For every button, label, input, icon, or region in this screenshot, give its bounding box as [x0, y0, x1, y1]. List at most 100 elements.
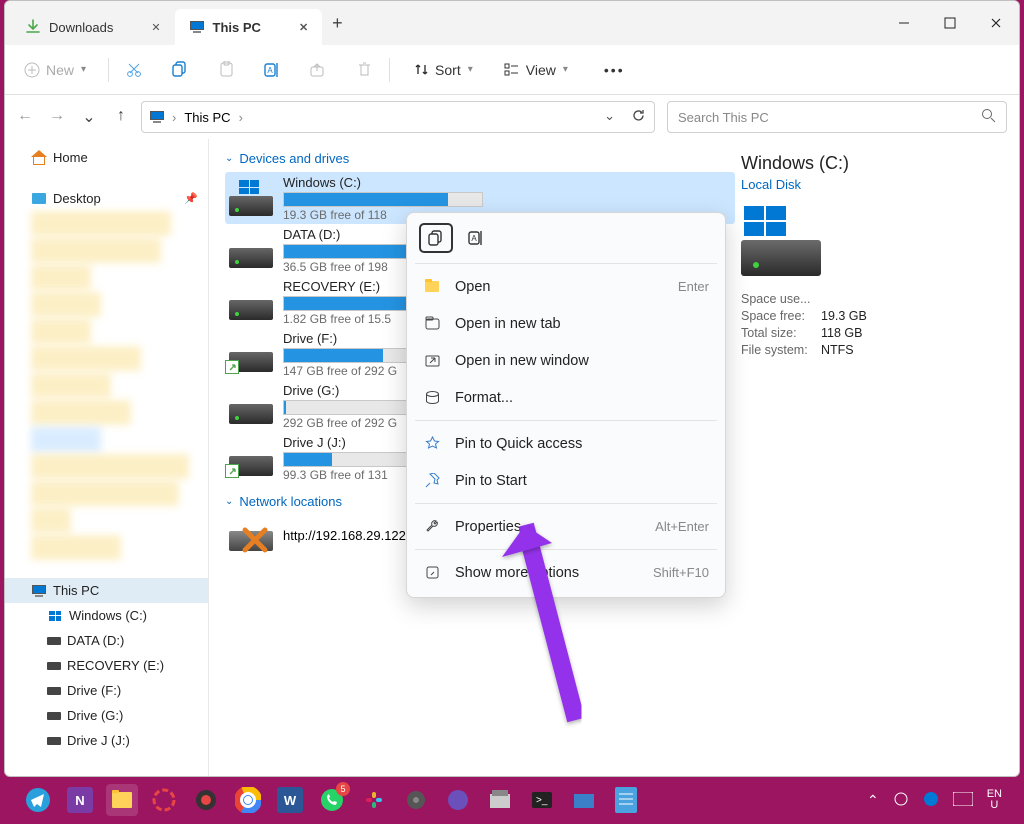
sidebar: Home Desktop📌 This PC Windows: [5, 139, 209, 776]
back-button[interactable]: ←: [17, 107, 33, 127]
context-quick-actions: A: [413, 219, 719, 259]
tab-label: This PC: [213, 20, 261, 35]
pin-icon: [423, 473, 441, 488]
taskbar-terminal[interactable]: >_: [526, 784, 558, 816]
drive-icon: [47, 662, 61, 670]
tray-icon[interactable]: [923, 791, 939, 810]
ctx-show-more[interactable]: Show more optionsShift+F10: [413, 554, 719, 591]
ctx-open[interactable]: OpenEnter: [413, 268, 719, 305]
ctx-format[interactable]: Format...: [413, 379, 719, 416]
tab-close[interactable]: ✕: [151, 21, 160, 34]
copy-icon[interactable]: [171, 61, 189, 79]
new-tab-button[interactable]: +: [322, 13, 353, 34]
pc-icon: [189, 19, 205, 35]
tab-thispc[interactable]: This PC ✕: [175, 9, 323, 45]
taskbar-onenote[interactable]: N: [64, 784, 96, 816]
ctx-pin-start[interactable]: Pin to Start: [413, 462, 719, 499]
taskbar-word[interactable]: W: [274, 784, 306, 816]
open-window-icon: [423, 353, 441, 368]
rename-action[interactable]: A: [459, 223, 493, 253]
tray-chevron[interactable]: ⌃: [867, 792, 879, 809]
drive-icon: [47, 637, 61, 645]
fs-value: NTFS: [821, 343, 854, 357]
recent-dropdown[interactable]: ⌄: [604, 108, 615, 126]
tab-downloads[interactable]: Downloads ✕: [11, 9, 175, 45]
total-size-label: Total size:: [741, 326, 813, 340]
chevron-down-icon: ▾: [81, 64, 86, 75]
copy-action[interactable]: [419, 223, 453, 253]
tray-keyboard-icon[interactable]: [953, 792, 973, 809]
search-input[interactable]: Search This PC: [667, 101, 1007, 133]
titlebar: Downloads ✕ This PC ✕ +: [5, 1, 1019, 45]
drive-icon: [229, 440, 273, 476]
ctx-open-tab[interactable]: Open in new tab: [413, 305, 719, 342]
sidebar-drive-j[interactable]: Drive J (J:): [5, 728, 208, 753]
paste-icon[interactable]: [217, 61, 235, 79]
drive-icon: [47, 609, 63, 623]
taskbar-telegram[interactable]: [22, 784, 54, 816]
sidebar-drive-d[interactable]: DATA (D:): [5, 628, 208, 653]
toolbar: New ▾ A Sort ▾ View ▾ •••: [5, 45, 1019, 95]
svg-text:N: N: [75, 793, 84, 808]
section-devices[interactable]: ⌄Devices and drives: [225, 151, 735, 166]
new-button[interactable]: New ▾: [17, 57, 92, 83]
home-icon: [31, 151, 47, 165]
ctx-pin-quick-access[interactable]: Pin to Quick access: [413, 425, 719, 462]
sidebar-drive-g[interactable]: Drive (G:): [5, 703, 208, 728]
drive-icon: [229, 232, 273, 268]
taskbar-app[interactable]: [442, 784, 474, 816]
up-button[interactable]: ↑: [113, 107, 129, 127]
history-button[interactable]: ⌄: [81, 107, 97, 127]
chevron-down-icon: ⌄: [225, 153, 233, 164]
delete-icon[interactable]: [355, 61, 373, 79]
space-used-label: Space use...: [741, 292, 813, 306]
search-icon: [981, 108, 996, 126]
maximize-button[interactable]: [927, 3, 973, 43]
pc-icon: [150, 111, 164, 123]
taskbar-notepad[interactable]: [610, 784, 642, 816]
more-button[interactable]: •••: [598, 58, 631, 82]
sidebar-home[interactable]: Home: [5, 145, 208, 170]
address-bar[interactable]: › This PC › ⌄: [141, 101, 655, 133]
taskbar-app[interactable]: [190, 784, 222, 816]
view-label: View: [526, 62, 556, 78]
view-button[interactable]: View ▾: [497, 57, 574, 83]
space-free-label: Space free:: [741, 309, 813, 323]
ctx-open-window[interactable]: Open in new window: [413, 342, 719, 379]
taskbar-whatsapp[interactable]: 5: [316, 784, 348, 816]
details-pane: Windows (C:) Local Disk Space use... Spa…: [735, 151, 993, 764]
taskbar-slack[interactable]: [358, 784, 390, 816]
cut-icon[interactable]: [125, 61, 143, 79]
sort-button[interactable]: Sort ▾: [406, 57, 479, 83]
tab-close[interactable]: ✕: [299, 21, 308, 34]
rename-icon[interactable]: A: [263, 61, 281, 79]
drive-usage-bar: [283, 192, 483, 207]
details-subtitle[interactable]: Local Disk: [741, 177, 987, 192]
refresh-button[interactable]: [631, 108, 646, 126]
sidebar-drive-c[interactable]: Windows (C:): [5, 603, 208, 628]
share-icon[interactable]: [309, 61, 327, 79]
taskbar-explorer[interactable]: [106, 784, 138, 816]
taskbar-app[interactable]: [484, 784, 516, 816]
sidebar-drive-f[interactable]: Drive (F:): [5, 678, 208, 703]
tray-icon[interactable]: [893, 791, 909, 810]
sidebar-thispc[interactable]: This PC: [5, 578, 208, 603]
sidebar-drive-e[interactable]: RECOVERY (E:): [5, 653, 208, 678]
chevron-down-icon: ⌄: [225, 496, 233, 507]
pc-icon: [31, 584, 47, 598]
minimize-button[interactable]: [881, 3, 927, 43]
breadcrumb-thispc[interactable]: This PC: [184, 110, 230, 125]
taskbar-settings[interactable]: [400, 784, 432, 816]
tray-language[interactable]: EN U: [987, 789, 1002, 811]
search-placeholder: Search This PC: [678, 110, 769, 125]
close-button[interactable]: [973, 3, 1019, 43]
taskbar-app[interactable]: [148, 784, 180, 816]
details-title: Windows (C:): [741, 153, 987, 174]
sidebar-desktop[interactable]: Desktop📌: [5, 186, 208, 211]
taskbar-chrome[interactable]: [232, 784, 264, 816]
ctx-properties[interactable]: PropertiesAlt+Enter: [413, 508, 719, 545]
taskbar-app[interactable]: [568, 784, 600, 816]
forward-button[interactable]: →: [49, 107, 65, 127]
chevron-down-icon: ▾: [468, 64, 473, 75]
drive-icon: [47, 687, 61, 695]
